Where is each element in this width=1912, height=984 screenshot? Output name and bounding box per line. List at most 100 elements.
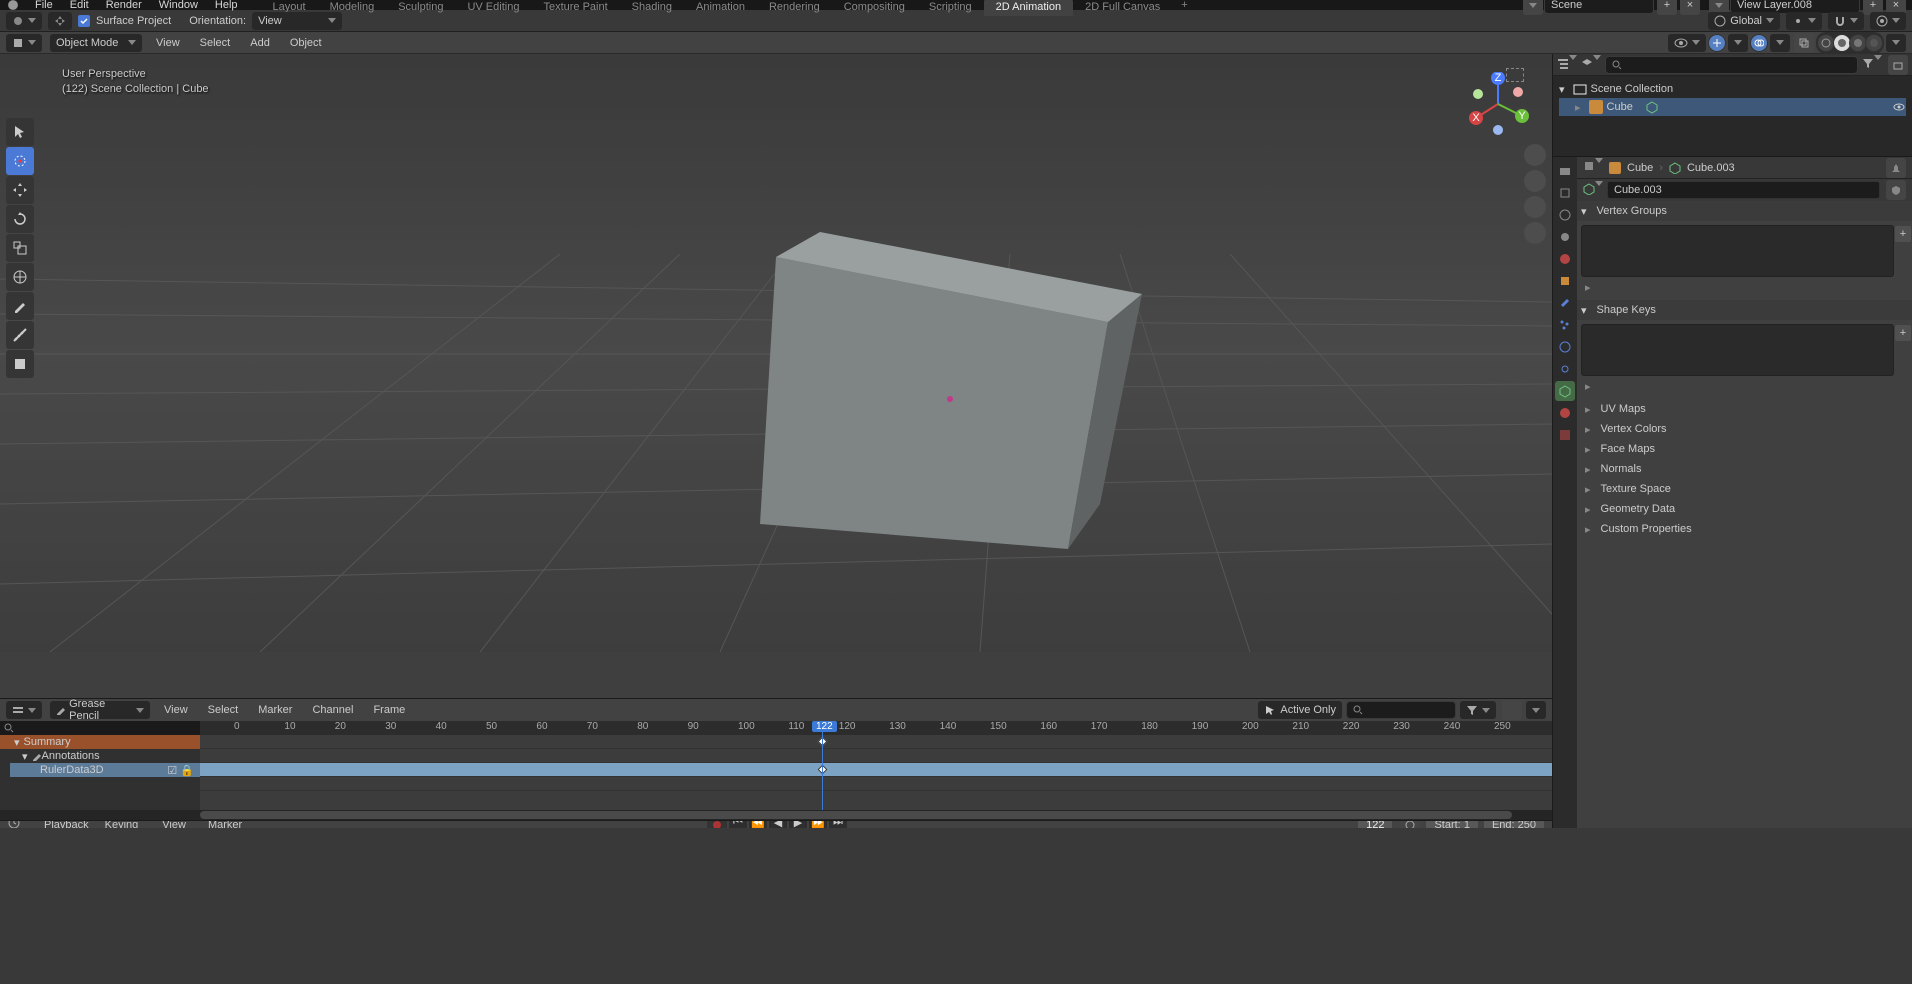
play-button[interactable]: ▶ bbox=[789, 820, 807, 828]
jump-end-button[interactable]: ⏭ bbox=[829, 820, 847, 828]
ds-marker-menu[interactable]: Marker bbox=[252, 704, 298, 716]
tl-playback-menu[interactable]: Playback bbox=[38, 820, 95, 828]
section-uv-maps[interactable]: UV Maps bbox=[1577, 399, 1912, 419]
tool-annotate[interactable] bbox=[6, 292, 34, 320]
menu-render[interactable]: Render bbox=[98, 0, 150, 10]
shading-rendered[interactable] bbox=[1865, 34, 1883, 52]
cursor-tool-dropdown[interactable] bbox=[6, 12, 42, 30]
scene-new-button[interactable]: + bbox=[1657, 0, 1677, 15]
overlay-dropdown[interactable] bbox=[1770, 34, 1790, 52]
tab-modifiers[interactable] bbox=[1555, 293, 1575, 313]
end-frame-field[interactable]: End: 250 bbox=[1484, 820, 1544, 828]
vertex-group-specials[interactable] bbox=[1585, 282, 1595, 294]
tab-viewlayer[interactable] bbox=[1555, 205, 1575, 225]
editor-type-dropdown[interactable] bbox=[6, 34, 42, 52]
3d-viewport[interactable]: User Perspective (122) Scene Collection … bbox=[0, 54, 1552, 698]
breadcrumb-data[interactable]: Cube.003 bbox=[1687, 162, 1735, 174]
track-ruler[interactable] bbox=[200, 763, 1552, 777]
ds-view-menu[interactable]: View bbox=[158, 704, 194, 716]
prev-key-button[interactable]: ⏪ bbox=[749, 820, 767, 828]
ds-select-menu[interactable]: Select bbox=[202, 704, 245, 716]
nav-gizmo[interactable]: Z X Y bbox=[1466, 72, 1530, 136]
gizmo-toggle[interactable] bbox=[1708, 34, 1726, 52]
pan-button[interactable] bbox=[1524, 170, 1546, 192]
overlay-toggle[interactable] bbox=[1750, 34, 1768, 52]
dopesheet-timeline[interactable]: 0102030405060708090100110120130140150160… bbox=[200, 721, 1552, 810]
section-face-maps[interactable]: Face Maps bbox=[1577, 439, 1912, 459]
add-shape-key-button[interactable]: + bbox=[1895, 325, 1911, 341]
outliner-display-mode[interactable] bbox=[1581, 57, 1601, 72]
start-frame-field[interactable]: Start: 1 bbox=[1426, 820, 1477, 828]
section-geometry-data[interactable]: Geometry Data bbox=[1577, 499, 1912, 519]
outliner-tree[interactable]: Scene Collection Cube bbox=[1553, 76, 1912, 156]
gizmo-dropdown[interactable] bbox=[1728, 34, 1748, 52]
visibility-dropdown[interactable] bbox=[1668, 34, 1706, 52]
tool-rotate[interactable] bbox=[6, 205, 34, 233]
channel-annotations[interactable]: Annotations bbox=[0, 749, 200, 763]
channel-search[interactable] bbox=[0, 721, 200, 735]
scene-browse-button[interactable] bbox=[1523, 0, 1543, 15]
select-menu[interactable]: Select bbox=[194, 37, 237, 49]
ds-sync-toggle[interactable] bbox=[1502, 700, 1522, 720]
channel-rulerdata[interactable]: RulerData3D☑ 🔒 bbox=[10, 763, 200, 777]
proportional-dropdown[interactable] bbox=[1870, 12, 1906, 30]
ds-search-input[interactable] bbox=[1346, 701, 1456, 719]
tl-keying-menu[interactable]: Keying bbox=[105, 820, 147, 828]
workspace-tab-sculpting[interactable]: Sculpting bbox=[386, 0, 455, 16]
workspace-tab-2d-animation[interactable]: 2D Animation bbox=[984, 0, 1073, 16]
menu-file[interactable]: File bbox=[27, 0, 61, 10]
eye-icon[interactable] bbox=[1892, 100, 1906, 114]
play-reverse-button[interactable]: ◀ bbox=[769, 820, 787, 828]
section-vertex-groups[interactable]: Vertex Groups bbox=[1577, 201, 1912, 221]
menu-help[interactable]: Help bbox=[207, 0, 246, 10]
ds-channel-menu[interactable]: Channel bbox=[306, 704, 359, 716]
tab-output[interactable] bbox=[1555, 183, 1575, 203]
tool-add-primitive[interactable] bbox=[6, 350, 34, 378]
transform-orientation-dropdown[interactable]: Global bbox=[1708, 12, 1780, 30]
tab-physics[interactable] bbox=[1555, 337, 1575, 357]
pivot-dropdown[interactable] bbox=[1786, 12, 1822, 30]
add-menu[interactable]: Add bbox=[244, 37, 276, 49]
shape-keys-list[interactable]: + bbox=[1581, 324, 1894, 376]
ds-frame-menu[interactable]: Frame bbox=[367, 704, 411, 716]
jump-start-button[interactable]: ⏮ bbox=[729, 820, 747, 828]
add-vertex-group-button[interactable]: + bbox=[1895, 226, 1911, 242]
active-only-toggle[interactable]: Active Only bbox=[1258, 701, 1342, 719]
pin-button[interactable] bbox=[1886, 158, 1906, 178]
timeline-editor-type[interactable] bbox=[8, 820, 28, 828]
dopesheet-mode-dropdown[interactable]: Grease Pencil bbox=[50, 701, 150, 719]
mesh-browse-button[interactable] bbox=[1583, 183, 1603, 198]
outliner-item-cube[interactable]: Cube bbox=[1559, 98, 1906, 116]
workspace-tab-compositing[interactable]: Compositing bbox=[832, 0, 917, 16]
playhead[interactable]: 122 bbox=[822, 721, 823, 810]
workspace-tab-shading[interactable]: Shading bbox=[620, 0, 684, 16]
menu-edit[interactable]: Edit bbox=[62, 0, 97, 10]
drag-tool-dropdown[interactable] bbox=[48, 12, 72, 30]
outliner-search[interactable] bbox=[1605, 56, 1858, 74]
view-menu[interactable]: View bbox=[150, 37, 186, 49]
scene-delete-button[interactable]: × bbox=[1680, 0, 1700, 15]
tab-material[interactable] bbox=[1555, 403, 1575, 423]
tool-cursor[interactable] bbox=[6, 147, 34, 175]
workspace-tab-uv-editing[interactable]: UV Editing bbox=[455, 0, 531, 16]
tab-world[interactable] bbox=[1555, 249, 1575, 269]
tab-mesh-data[interactable] bbox=[1555, 381, 1575, 401]
zoom-button[interactable] bbox=[1524, 144, 1546, 166]
tool-transform[interactable] bbox=[6, 263, 34, 291]
autokey-toggle[interactable] bbox=[707, 820, 727, 828]
preview-range-toggle[interactable] bbox=[1400, 820, 1420, 828]
dopesheet-scrollbar[interactable] bbox=[0, 810, 1552, 820]
tab-particles[interactable] bbox=[1555, 315, 1575, 335]
outliner-new-collection[interactable] bbox=[1888, 55, 1908, 75]
tool-scale[interactable] bbox=[6, 234, 34, 262]
section-normals[interactable]: Normals bbox=[1577, 459, 1912, 479]
mesh-users-button[interactable] bbox=[1886, 180, 1906, 200]
add-workspace-button[interactable]: + bbox=[1173, 0, 1195, 11]
workspace-tab-rendering[interactable]: Rendering bbox=[757, 0, 832, 16]
tab-object[interactable] bbox=[1555, 271, 1575, 291]
xray-toggle[interactable] bbox=[1794, 33, 1814, 53]
tab-constraints[interactable] bbox=[1555, 359, 1575, 379]
mode-dropdown[interactable]: Object Mode bbox=[50, 34, 142, 52]
shape-key-specials[interactable] bbox=[1585, 381, 1595, 393]
surface-project-checkbox[interactable] bbox=[78, 15, 90, 27]
